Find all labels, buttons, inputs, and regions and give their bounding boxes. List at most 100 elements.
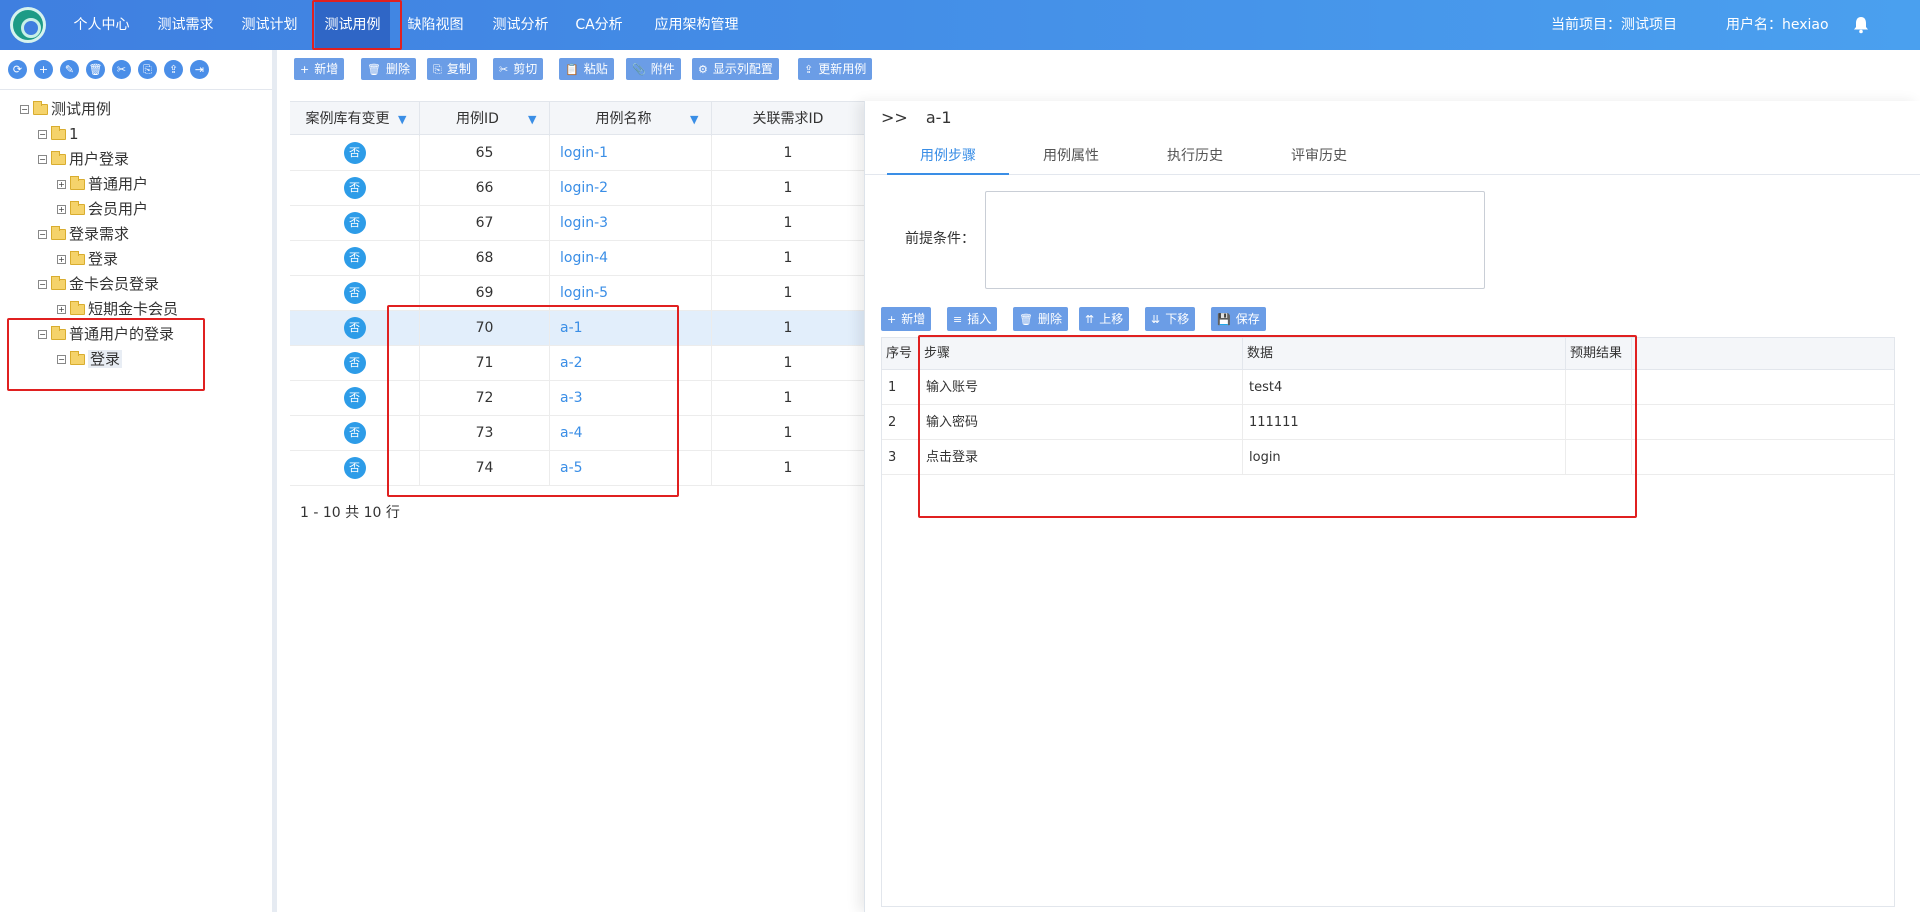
nav-defect-view[interactable]: 缺陷视图 [398,0,473,50]
collapse-icon[interactable]: − [20,105,29,114]
collapse-arrows-icon[interactable]: >> [881,108,908,127]
table-row[interactable]: 否 69 login-5 1 [290,276,864,311]
tree-node-gold-member-login[interactable]: − 金卡会员登录 [38,273,159,295]
tree-node-normal-user[interactable]: + 普通用户 [57,173,148,195]
case-name-link[interactable]: login-4 [550,241,712,276]
step-row[interactable]: 3 点击登录 login [882,440,1894,475]
nav-ca-analysis[interactable]: CA分析 [564,0,634,50]
tab-case-properties[interactable]: 用例属性 [1010,137,1132,175]
tab-case-steps[interactable]: 用例步骤 [887,137,1009,175]
copy-case-button[interactable]: ⎘ 复制 [427,58,477,80]
table-row[interactable]: 否 65 login-1 1 [290,136,864,171]
delete-case-button[interactable]: 🗑 删除 [361,58,416,80]
step-no: 2 [882,405,920,440]
expand-icon[interactable]: + [57,305,66,314]
collapse-icon[interactable]: − [38,155,47,164]
step-row[interactable]: 1 输入账号 test4 [882,370,1894,405]
tree-node-login-requirement[interactable]: − 登录需求 [38,223,129,245]
move-up-button[interactable]: ⇈ 上移 [1079,307,1130,331]
nav-test-plan[interactable]: 测试计划 [232,0,307,50]
save-steps-button[interactable]: 💾 保存 [1211,307,1266,331]
step-text[interactable]: 输入密码 [920,405,1243,440]
case-name-link[interactable]: login-3 [550,206,712,241]
tab-review-history[interactable]: 评审历史 [1258,137,1380,175]
filter-icon[interactable]: ▼ [398,113,406,126]
case-name-link[interactable]: login-5 [550,276,712,311]
table-row-selected[interactable]: 否 70 a-1 1 [290,311,864,346]
add-icon[interactable]: + [34,60,53,79]
column-config-button[interactable]: ⚙ 显示列配置 [692,58,779,80]
table-row[interactable]: 否 68 login-4 1 [290,241,864,276]
case-name-link[interactable]: a-4 [550,416,712,451]
case-name-link[interactable]: a-2 [550,346,712,381]
folder-icon [33,101,48,115]
expand-icon[interactable]: + [57,205,66,214]
case-name-link[interactable]: a-5 [550,451,712,486]
case-name-link[interactable]: a-1 [550,311,712,346]
step-expected[interactable] [1566,370,1632,405]
tree-node-root[interactable]: − 测试用例 [20,98,111,120]
table-row[interactable]: 否 73 a-4 1 [290,416,864,451]
step-text[interactable]: 点击登录 [920,440,1243,475]
add-case-button[interactable]: + 新增 [294,58,345,80]
tree-node-member-user[interactable]: + 会员用户 [57,198,148,220]
export-icon[interactable]: ⇥ [190,60,209,79]
col-header-req-id[interactable]: 关联需求ID [712,102,864,136]
step-expected[interactable] [1566,405,1632,440]
delete-step-button[interactable]: 🗑 删除 [1013,307,1068,331]
filter-icon[interactable]: ▼ [690,113,698,126]
nav-test-analysis[interactable]: 测试分析 [483,0,558,50]
tree-node-short-term-gold[interactable]: + 短期金卡会员 [57,298,178,320]
bell-icon[interactable] [1853,16,1869,34]
table-row[interactable]: 否 66 login-2 1 [290,171,864,206]
tree-node-login[interactable]: + 登录 [57,248,118,270]
nav-test-cases[interactable]: 测试用例 [315,0,390,50]
insert-step-button[interactable]: ≡ 插入 [947,307,998,331]
collapse-icon[interactable]: − [57,355,66,364]
case-name-link[interactable]: login-1 [550,136,712,171]
tree-node-user-login[interactable]: − 用户登录 [38,148,129,170]
edit-icon[interactable]: ✎ [60,60,79,79]
tree-node-login-selected[interactable]: − 登录 [57,348,123,370]
nav-personal-center[interactable]: 个人中心 [64,0,139,50]
tree-node-normal-user-login[interactable]: − 普通用户的登录 [38,323,174,345]
paste-case-button[interactable]: 📋 粘贴 [559,58,614,80]
tree-node-1[interactable]: −1 [38,123,79,145]
collapse-icon[interactable]: − [38,330,47,339]
precondition-label: 前提条件： [905,231,975,247]
step-data[interactable]: test4 [1243,370,1566,405]
table-row[interactable]: 否 67 login-3 1 [290,206,864,241]
case-name-link[interactable]: login-2 [550,171,712,206]
precondition-input[interactable] [985,191,1485,289]
table-row[interactable]: 否 72 a-3 1 [290,381,864,416]
step-row[interactable]: 2 输入密码 111111 [882,405,1894,440]
nav-app-architecture[interactable]: 应用架构管理 [644,0,749,50]
upload-icon[interactable]: ⇪ [164,60,183,79]
step-data[interactable]: login [1243,440,1566,475]
collapse-icon[interactable]: − [38,280,47,289]
filter-icon[interactable]: ▼ [528,113,536,126]
table-row[interactable]: 否 71 a-2 1 [290,346,864,381]
expand-icon[interactable]: + [57,180,66,189]
step-data[interactable]: 111111 [1243,405,1566,440]
collapse-icon[interactable]: − [38,230,47,239]
attachment-button[interactable]: 📎 附件 [626,58,681,80]
table-row[interactable]: 否 74 a-5 1 [290,451,864,486]
refresh-icon[interactable]: ⟳ [8,60,27,79]
col-header-name[interactable]: 用例名称 [550,102,712,136]
tab-execution-history[interactable]: 执行历史 [1134,137,1256,175]
add-step-button[interactable]: + 新增 [881,307,932,331]
paste-icon[interactable]: ⎘ [138,60,157,79]
step-text[interactable]: 输入账号 [920,370,1243,405]
update-case-button[interactable]: ⇪ 更新用例 [798,58,873,80]
nav-test-requirements[interactable]: 测试需求 [148,0,223,50]
case-name-link[interactable]: a-3 [550,381,712,416]
top-nav-bar: 个人中心 测试需求 测试计划 测试用例 缺陷视图 测试分析 CA分析 应用架构管… [0,0,1920,50]
delete-icon[interactable]: 🗑 [86,60,105,79]
expand-icon[interactable]: + [57,255,66,264]
cut-icon[interactable]: ✂ [112,60,131,79]
cut-case-button[interactable]: ✂ 剪切 [493,58,544,80]
step-expected[interactable] [1566,440,1632,475]
collapse-icon[interactable]: − [38,130,47,139]
move-down-button[interactable]: ⇊ 下移 [1145,307,1196,331]
